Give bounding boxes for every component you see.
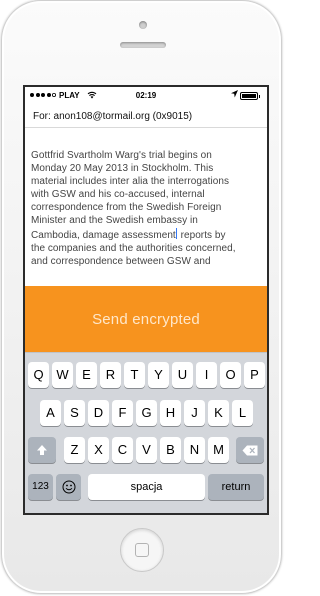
body-line: correspondence from the Swedish Foreign bbox=[31, 202, 222, 214]
key-t[interactable]: T bbox=[124, 362, 145, 388]
body-text-after-cursor: reports by bbox=[177, 229, 226, 241]
body-text-before-cursor: Cambodia, damage assessment bbox=[31, 229, 176, 241]
key-a[interactable]: A bbox=[40, 400, 61, 426]
key-m[interactable]: M bbox=[208, 437, 229, 463]
key-i[interactable]: I bbox=[196, 362, 217, 388]
key-k[interactable]: K bbox=[208, 400, 229, 426]
key-h[interactable]: H bbox=[160, 400, 181, 426]
key-l[interactable]: L bbox=[232, 400, 253, 426]
key-p[interactable]: P bbox=[244, 362, 265, 388]
phone-frame: PLAY 02:19 For: anon108@tormail.org (0x9… bbox=[1, 0, 282, 594]
key-r[interactable]: R bbox=[100, 362, 121, 388]
key-e[interactable]: E bbox=[76, 362, 97, 388]
earpiece-speaker bbox=[120, 42, 166, 48]
front-camera bbox=[139, 21, 147, 29]
key-w[interactable]: W bbox=[52, 362, 73, 388]
key-s[interactable]: S bbox=[64, 400, 85, 426]
key-u[interactable]: U bbox=[172, 362, 193, 388]
key-f[interactable]: F bbox=[112, 400, 133, 426]
key-n[interactable]: N bbox=[184, 437, 205, 463]
location-arrow-icon bbox=[231, 90, 238, 100]
key-b[interactable]: B bbox=[160, 437, 181, 463]
key-g[interactable]: G bbox=[136, 400, 157, 426]
space-key[interactable]: spacja bbox=[88, 474, 205, 500]
status-bar: PLAY 02:19 bbox=[25, 87, 267, 105]
key-z[interactable]: Z bbox=[64, 437, 85, 463]
recipient-field[interactable]: For: anon108@tormail.org (0x9015) bbox=[25, 108, 267, 128]
body-line: Monday 20 May 2013 in Stockholm. This bbox=[31, 163, 214, 175]
body-line: material includes inter alia the interro… bbox=[31, 176, 230, 188]
key-j[interactable]: J bbox=[184, 400, 205, 426]
message-body-textarea[interactable]: Gottfrid Svartholm Warg's trial begins o… bbox=[31, 149, 265, 283]
numbers-key[interactable]: 123 bbox=[28, 474, 53, 500]
key-o[interactable]: O bbox=[220, 362, 241, 388]
body-line: Gottfrid Svartholm Warg's trial begins o… bbox=[31, 150, 212, 161]
home-button[interactable] bbox=[120, 528, 164, 572]
emoji-key[interactable] bbox=[56, 474, 81, 500]
return-key[interactable]: return bbox=[208, 474, 264, 500]
body-line: and correspondence between GSW and bbox=[31, 255, 211, 267]
battery-icon bbox=[240, 92, 260, 100]
key-c[interactable]: C bbox=[112, 437, 133, 463]
body-line: with GSW and his co-accused, internal bbox=[31, 189, 205, 201]
shift-arrow-icon bbox=[37, 445, 47, 455]
key-d[interactable]: D bbox=[88, 400, 109, 426]
key-v[interactable]: V bbox=[136, 437, 157, 463]
shift-key[interactable] bbox=[28, 437, 56, 463]
body-line-with-cursor: Cambodia, damage assessment reports by bbox=[31, 227, 265, 242]
phone-screen: PLAY 02:19 For: anon108@tormail.org (0x9… bbox=[25, 87, 267, 513]
smiley-icon bbox=[62, 480, 75, 494]
key-x[interactable]: X bbox=[88, 437, 109, 463]
backspace-icon bbox=[242, 445, 258, 456]
send-encrypted-button[interactable]: Send encrypted bbox=[25, 286, 267, 352]
key-y[interactable]: Y bbox=[148, 362, 169, 388]
onscreen-keyboard: Q W E R T Y U I O P A S D F G H J K L Z bbox=[25, 352, 267, 513]
body-line: Minister and the Swedish embassy in bbox=[31, 215, 198, 227]
body-line: the companies and the authorities concer… bbox=[31, 242, 236, 254]
backspace-key[interactable] bbox=[236, 437, 264, 463]
key-q[interactable]: Q bbox=[28, 362, 49, 388]
